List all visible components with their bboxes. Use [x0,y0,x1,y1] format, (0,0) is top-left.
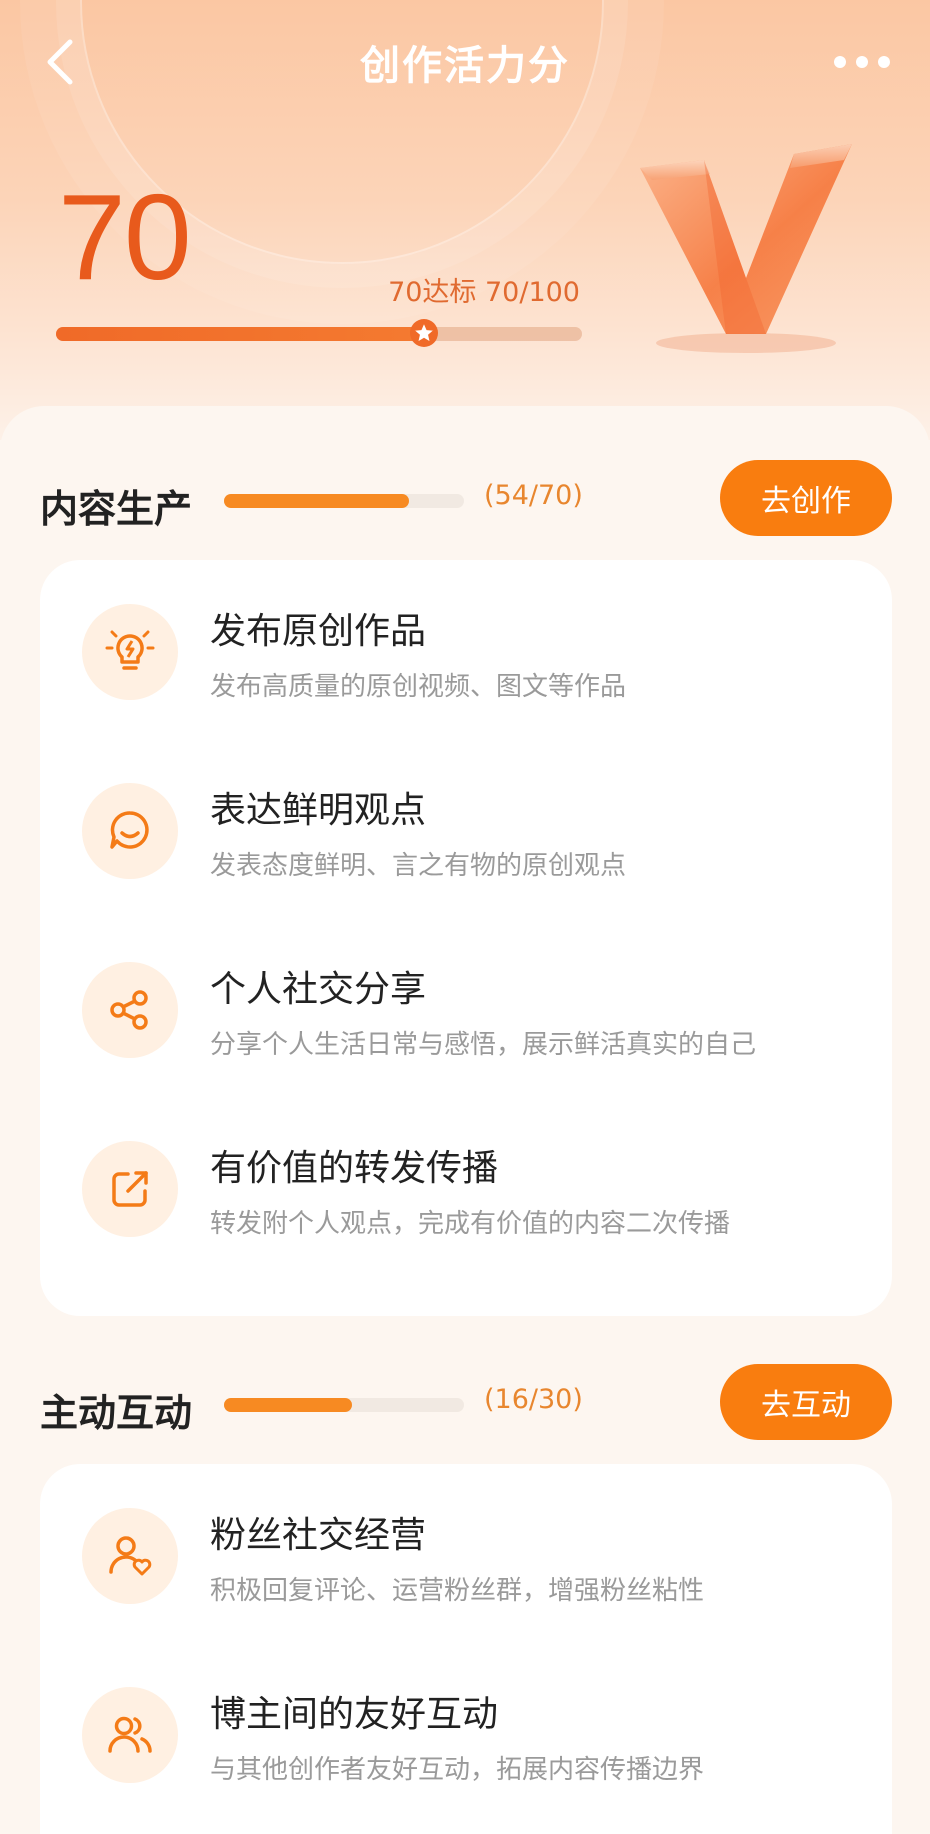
list-item[interactable]: 发布原创作品 发布高质量的原创视频、图文等作品 [40,560,892,710]
item-title: 粉丝社交经营 [210,1515,427,1556]
user-heart-icon [82,1508,178,1604]
score-value: 70 [58,169,192,305]
item-desc: 积极回复评论、运营粉丝群，增强粉丝粘性 [210,1576,705,1606]
task-card-interaction: 粉丝社交经营 积极回复评论、运营粉丝群，增强粉丝粘性 博主间的友好互动 与其他创… [40,1464,892,1834]
section-title: 内容生产 [40,487,193,531]
score-progress-fill [56,327,425,341]
list-item[interactable]: 粉丝社交经营 积极回复评论、运营粉丝群，增强粉丝粘性 [40,1464,892,1614]
item-title: 有价值的转发传播 [210,1148,499,1189]
more-dots-icon [834,56,890,68]
users-icon [82,1687,178,1783]
section-count: (16/30) [484,1384,583,1415]
more-button[interactable] [822,30,902,94]
list-item[interactable]: 个人社交分享 分享个人生活日常与感悟，展示鲜活真实的自己 [40,918,892,1068]
section-active-interaction: 主动互动 (16/30) 去互动 [0,1364,930,1444]
lightbulb-icon [82,604,178,700]
item-title: 博主间的友好互动 [210,1694,499,1735]
section-progress-fill [224,494,410,508]
section-title: 主动互动 [40,1391,193,1435]
item-desc: 与其他创作者友好互动，拓展内容传播边界 [210,1755,705,1785]
v-badge-icon [640,144,852,353]
go-interact-button[interactable]: 去互动 [720,1364,892,1440]
section-content-production: 内容生产 (54/70) 去创作 [0,460,930,540]
item-desc: 分享个人生活日常与感悟，展示鲜活真实的自己 [210,1030,757,1060]
back-button[interactable] [28,30,92,94]
go-create-button[interactable]: 去创作 [720,460,892,536]
page-title: 创作活力分 [360,43,570,89]
forward-icon [82,1141,178,1237]
score-progress-bar [56,319,582,347]
chat-smile-icon [82,783,178,879]
section-progress-bar [224,494,464,508]
score-status: 70达标 70/100 [388,277,580,308]
section-progress-bar [224,1398,464,1412]
item-title: 个人社交分享 [210,969,427,1010]
hero-header: 创作活力分 70 70达标 70/100 [0,0,930,440]
list-item[interactable]: 有价值的转发传播 转发附个人观点，完成有价值的内容二次传播 [40,1097,892,1247]
top-bar: 创作活力分 [0,0,930,124]
item-desc: 发布高质量的原创视频、图文等作品 [210,672,627,702]
task-card-content: 发布原创作品 发布高质量的原创视频、图文等作品 表达鲜明观点 发表态度鲜明、言之… [40,560,892,1316]
share-icon [82,962,178,1058]
list-item[interactable]: 博主间的友好互动 与其他创作者友好互动，拓展内容传播边界 [40,1643,892,1793]
chevron-left-icon [47,39,73,85]
item-title: 发布原创作品 [210,611,427,652]
list-item[interactable]: 表达鲜明观点 发表态度鲜明、言之有物的原创观点 [40,739,892,889]
item-title: 表达鲜明观点 [210,790,427,831]
section-progress-fill [224,1398,352,1412]
section-count: (54/70) [484,480,583,511]
item-desc: 发表态度鲜明、言之有物的原创观点 [210,851,627,881]
content-sheet: 内容生产 (54/70) 去创作 发布原创作品 发布高质量的原创视频、图文等作品 [0,406,930,1834]
star-icon [406,315,442,351]
item-desc: 转发附个人观点，完成有价值的内容二次传播 [210,1209,731,1239]
